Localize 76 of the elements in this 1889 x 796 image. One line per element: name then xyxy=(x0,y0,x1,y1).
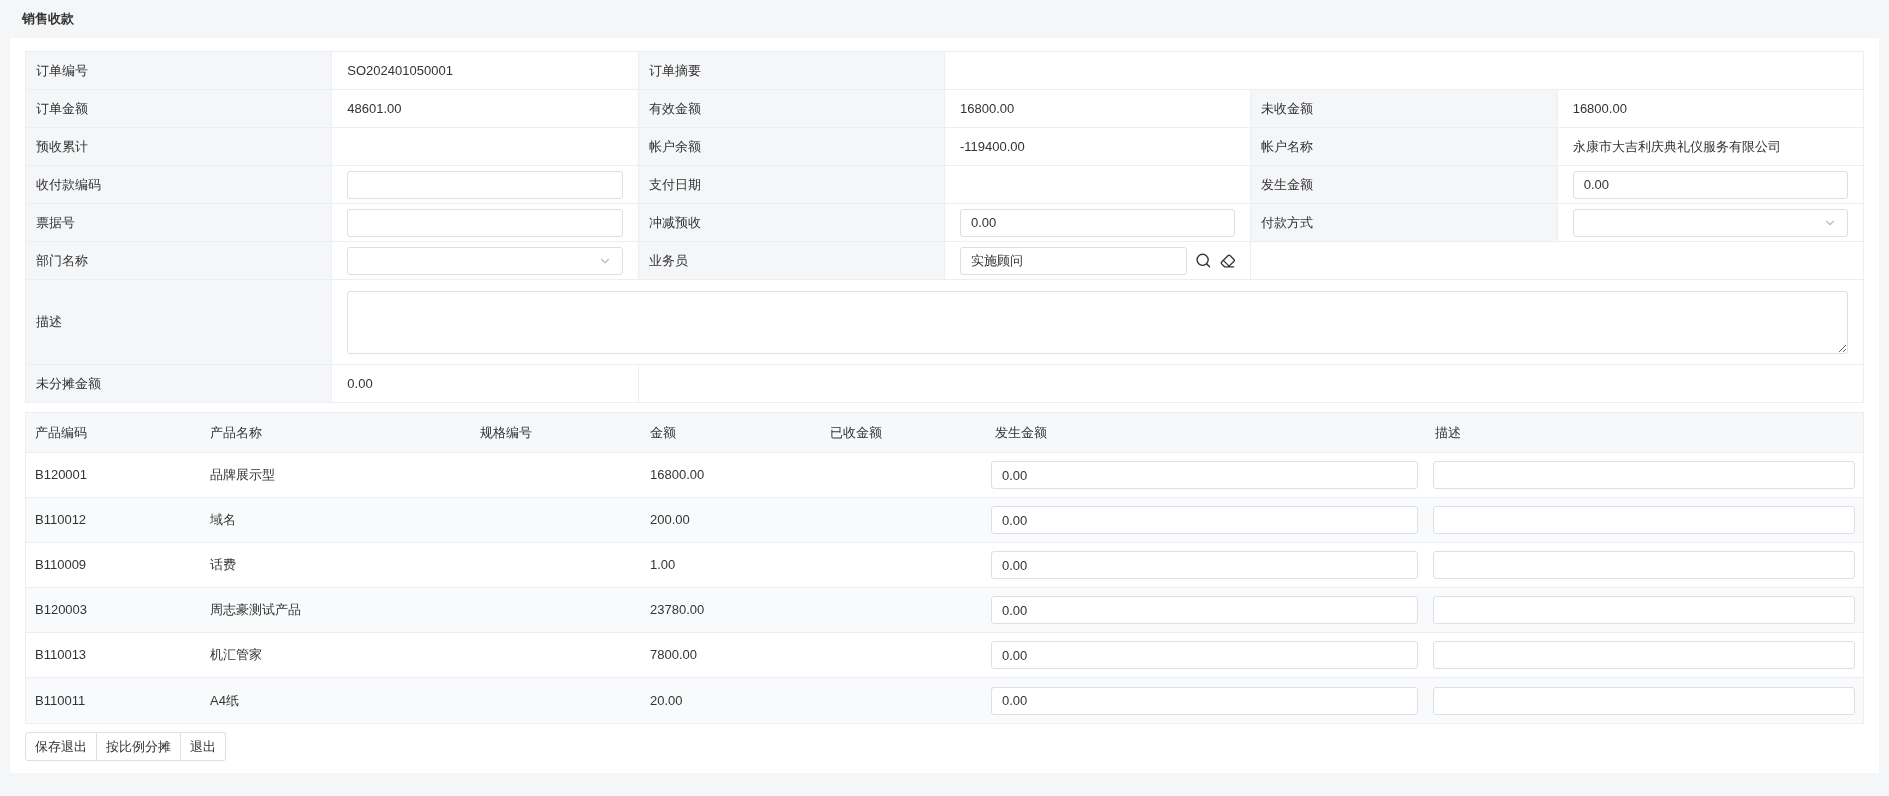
table-cell-text: B120001 xyxy=(34,466,89,485)
table-cell-text: 16800.00 xyxy=(649,466,706,485)
field-label: 预收累计 xyxy=(36,137,88,156)
field-label: 订单摘要 xyxy=(648,61,701,80)
field-label: 部门名称 xyxy=(36,251,88,270)
field-label: 冲减预收 xyxy=(648,213,701,232)
column-header: 已收金额 xyxy=(829,423,883,442)
field-value: SO202401050001 xyxy=(347,61,453,80)
table-cell-text: B120003 xyxy=(34,601,89,620)
column-header: 金额 xyxy=(649,423,677,442)
input-field[interactable]: 实施顾问 xyxy=(960,246,1188,275)
field-label: 业务员 xyxy=(648,251,688,270)
select-field[interactable] xyxy=(1572,208,1848,237)
search-icon[interactable] xyxy=(1195,252,1212,269)
field-label: 收付款编码 xyxy=(36,175,101,194)
input-field[interactable] xyxy=(1433,641,1855,669)
input-field[interactable]: 0.00 xyxy=(991,686,1418,715)
eraser-icon[interactable] xyxy=(1219,252,1236,269)
field-value: 0.00 xyxy=(347,374,373,393)
input-field[interactable]: 0.00 xyxy=(991,641,1418,669)
table-cell-text: B110009 xyxy=(34,556,88,575)
table-cell-text: B110013 xyxy=(34,646,88,665)
column-header: 描述 xyxy=(1434,423,1462,442)
field-value: 48601.00 xyxy=(347,99,402,118)
table-cell-text: 200.00 xyxy=(649,511,691,530)
table-cell-text: 域名 xyxy=(209,511,237,530)
field-label: 有效金额 xyxy=(648,99,701,118)
table-cell-text: 话费 xyxy=(209,556,237,575)
table-cell-text: A4纸 xyxy=(209,691,240,710)
field-label: 帐户名称 xyxy=(1261,137,1314,156)
action-button[interactable]: 保存退出 xyxy=(25,732,97,761)
column-header: 产品编码 xyxy=(34,423,88,442)
field-value: -119400.00 xyxy=(960,137,1025,156)
input-field[interactable] xyxy=(1433,551,1855,579)
field-label: 未分摊金额 xyxy=(36,374,101,393)
input-field[interactable]: 0.00 xyxy=(960,208,1236,237)
page-title: 销售收款 xyxy=(22,10,74,29)
table-cell-text: 23780.00 xyxy=(649,601,706,620)
table-cell-text: B110011 xyxy=(34,691,87,710)
table-cell-text: 周志豪测试产品 xyxy=(209,601,302,620)
field-label: 订单编号 xyxy=(36,61,88,80)
input-field[interactable]: 0.00 xyxy=(991,506,1418,534)
field-value: 16800.00 xyxy=(960,99,1015,118)
field-label: 付款方式 xyxy=(1261,213,1314,232)
field-value: 永康市大吉利庆典礼仪服务有限公司 xyxy=(1572,137,1781,156)
input-field[interactable]: 0.00 xyxy=(991,461,1418,489)
column-header: 发生金额 xyxy=(994,423,1048,442)
input-field[interactable]: 0.00 xyxy=(1572,170,1848,199)
description-field[interactable] xyxy=(347,290,1848,354)
column-header: 规格编号 xyxy=(479,423,533,442)
field-label: 描述 xyxy=(36,313,62,332)
input-field[interactable] xyxy=(1433,461,1855,489)
table-cell-text: 1.00 xyxy=(649,556,677,575)
field-label: 支付日期 xyxy=(648,175,701,194)
input-field[interactable] xyxy=(347,208,623,237)
field-label: 发生金额 xyxy=(1261,175,1314,194)
field-label: 未收金额 xyxy=(1261,99,1314,118)
column-header: 产品名称 xyxy=(209,423,263,442)
input-field[interactable] xyxy=(1433,686,1855,715)
field-label: 订单金额 xyxy=(36,99,88,118)
table-cell-text: 机汇管家 xyxy=(209,646,263,665)
field-value: 16800.00 xyxy=(1572,99,1627,118)
action-button[interactable]: 按比例分摊 xyxy=(97,732,181,761)
action-button[interactable]: 退出 xyxy=(181,732,226,761)
input-field[interactable]: 0.00 xyxy=(991,596,1418,624)
input-field[interactable] xyxy=(347,170,623,199)
table-cell-text: B110012 xyxy=(34,511,88,530)
table-cell-text: 20.00 xyxy=(649,691,684,710)
input-field[interactable] xyxy=(1433,596,1855,624)
input-field[interactable] xyxy=(1433,506,1855,534)
field-label: 票据号 xyxy=(36,213,75,232)
field-label: 帐户余额 xyxy=(648,137,701,156)
table-cell-text: 7800.00 xyxy=(649,646,698,665)
select-field[interactable] xyxy=(347,246,623,275)
table-cell-text: 品牌展示型 xyxy=(209,466,276,485)
input-field[interactable]: 0.00 xyxy=(991,551,1418,579)
